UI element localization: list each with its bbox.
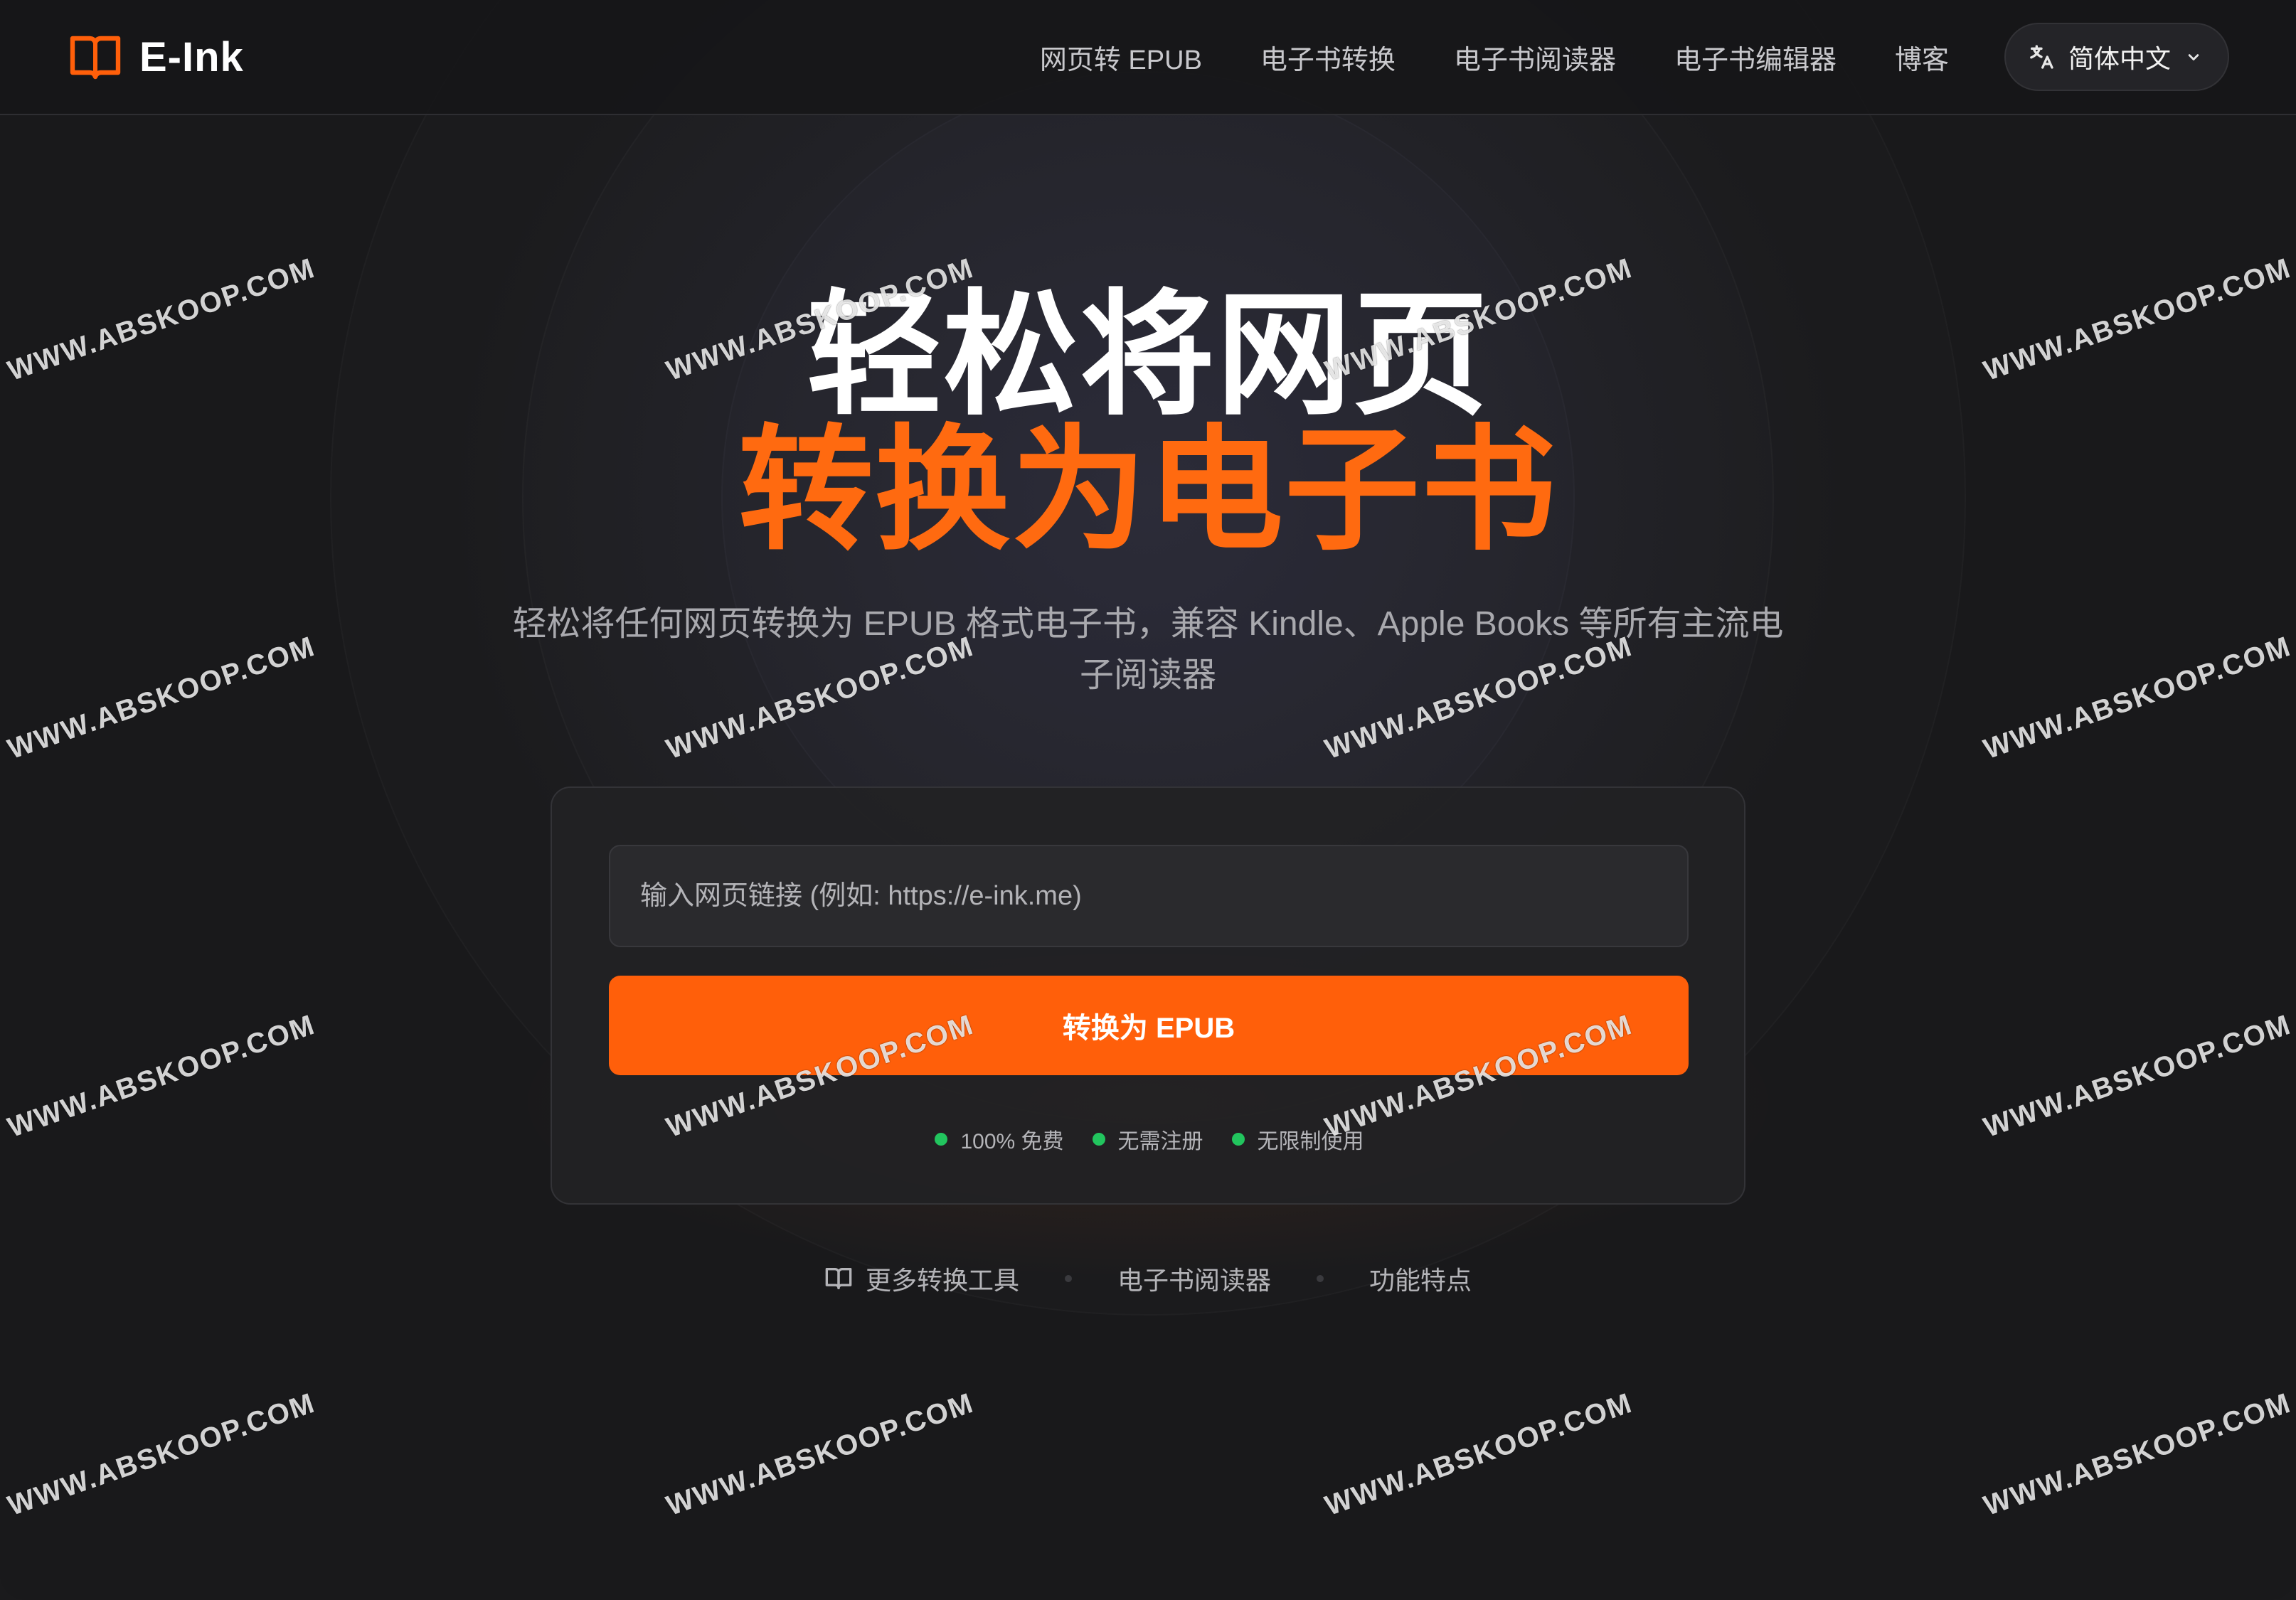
link-label: 电子书阅读器	[1117, 1266, 1271, 1295]
green-dot-icon	[935, 1133, 948, 1146]
converter-card: 转换为 EPUB 100% 免费 无需注册 无限制使用	[551, 786, 1745, 1205]
hero-subtitle: 轻松将任何网页转换为 EPUB 格式电子书，兼容 Kindle、Apple Bo…	[512, 605, 1784, 694]
watermark: WWW.ABSKOOP.COM	[4, 1387, 319, 1522]
nav-item-web-to-epub[interactable]: 网页转 EPUB	[1040, 38, 1202, 77]
language-selector[interactable]: 简体中文	[2004, 23, 2229, 91]
green-dot-icon	[1092, 1133, 1105, 1146]
logo[interactable]: E-Ink	[68, 28, 244, 85]
feature-label: 100% 免费	[960, 1130, 1064, 1153]
link-label: 功能特点	[1369, 1266, 1472, 1295]
translate-icon	[2030, 45, 2053, 69]
separator-dot	[1317, 1275, 1324, 1282]
separator-dot	[1064, 1275, 1072, 1282]
watermark: WWW.ABSKOOP.COM	[1979, 1387, 2295, 1522]
nav-item-ebook-editor[interactable]: 电子书编辑器	[1674, 38, 1837, 77]
main-nav: 网页转 EPUB 电子书转换 电子书阅读器 电子书编辑器 博客 简体中文	[1040, 23, 2229, 91]
feature-unlimited: 无限制使用	[1231, 1124, 1364, 1155]
watermark: WWW.ABSKOOP.COM	[662, 1387, 978, 1522]
feature-label: 无需注册	[1117, 1130, 1203, 1153]
bottom-links: 更多转换工具 电子书阅读器 功能特点	[0, 1256, 2296, 1301]
top-header: E-Ink 网页转 EPUB 电子书转换 电子书阅读器 电子书编辑器 博客 简体…	[0, 0, 2296, 115]
feature-label: 无限制使用	[1257, 1130, 1364, 1153]
green-dot-icon	[1231, 1133, 1245, 1146]
feature-no-signup: 无需注册	[1092, 1124, 1203, 1155]
nav-item-ebook-reader[interactable]: 电子书阅读器	[1454, 38, 1616, 77]
hero-title-line1: 轻松将网页	[806, 280, 1489, 431]
watermark: WWW.ABSKOOP.COM	[1321, 1387, 1637, 1522]
link-ebook-reader[interactable]: 电子书阅读器	[1117, 1260, 1271, 1297]
nav-item-blog[interactable]: 博客	[1895, 38, 1949, 77]
language-label: 简体中文	[2068, 44, 2171, 73]
watermark: WWW.ABSKOOP.COM	[4, 1008, 319, 1144]
nav-item-ebook-convert[interactable]: 电子书转换	[1260, 38, 1396, 77]
link-more-tools[interactable]: 更多转换工具	[824, 1260, 1019, 1297]
book-open-icon	[825, 1268, 852, 1289]
watermark: WWW.ABSKOOP.COM	[1979, 630, 2295, 766]
chevron-down-icon	[2188, 54, 2199, 60]
feature-list: 100% 免费 无需注册 无限制使用	[552, 1118, 1747, 1161]
link-features[interactable]: 功能特点	[1369, 1260, 1472, 1297]
logo-text: E-Ink	[139, 33, 244, 80]
hero-title-line2: 转换为电子书	[738, 415, 1558, 566]
convert-to-epub-button[interactable]: 转换为 EPUB	[609, 976, 1689, 1075]
watermark: WWW.ABSKOOP.COM	[1979, 1008, 2295, 1144]
watermark: WWW.ABSKOOP.COM	[4, 630, 319, 766]
url-input[interactable]	[609, 845, 1689, 947]
book-logo-icon	[70, 36, 121, 80]
feature-free: 100% 免费	[935, 1124, 1064, 1155]
link-label: 更多转换工具	[865, 1266, 1019, 1295]
page: E-Ink 网页转 EPUB 电子书转换 电子书阅读器 电子书编辑器 博客 简体…	[0, 0, 2296, 1600]
